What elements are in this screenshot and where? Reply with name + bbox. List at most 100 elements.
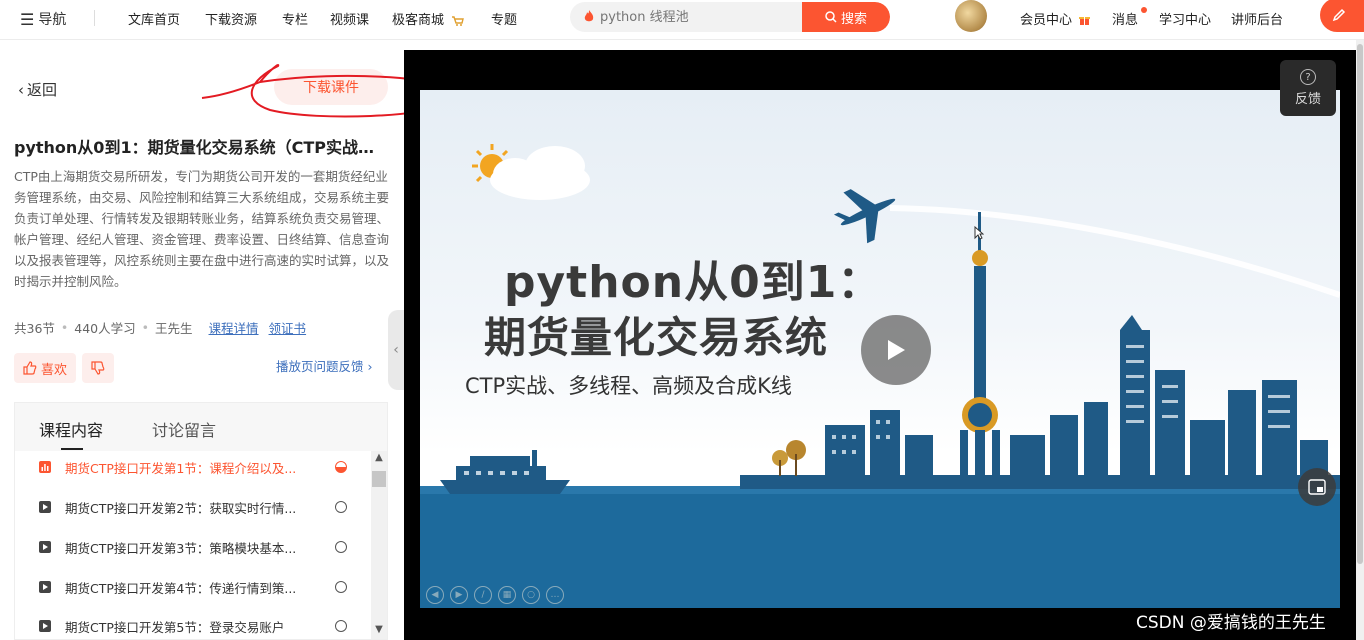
video-play-icon xyxy=(39,501,51,513)
course-meta: 共36节 • 440人学习 • 王先生 课程详情 领证书 xyxy=(14,318,306,337)
nav-menu-label: 导航 xyxy=(38,12,67,28)
chevron-right-icon: › xyxy=(367,359,373,374)
watermark: CSDN @爱搞钱的王先生 xyxy=(1136,613,1326,633)
lesson-item[interactable]: 期货CTP接口开发第3节：策略模块基本... xyxy=(39,537,359,557)
scroll-up-icon[interactable]: ▲ xyxy=(371,451,387,465)
lesson-title: 期货CTP接口开发第3节：策略模块基本... xyxy=(65,540,297,556)
course-title: python从0到1：期货量化交易系统（CTP实战、多线程、高频及合成K线） xyxy=(14,138,388,157)
nav-messages[interactable]: 消息 xyxy=(1112,9,1138,28)
slide-title-line2: 期货量化交易系统 xyxy=(484,313,829,362)
tab-course-content[interactable]: 课程内容 xyxy=(39,417,103,441)
next-slide-icon[interactable]: ▶ xyxy=(450,586,468,604)
fire-icon xyxy=(584,10,594,22)
collapse-panel-button[interactable]: ‹ xyxy=(388,310,404,390)
tree-icon xyxy=(772,440,806,476)
more-icon[interactable]: … xyxy=(546,586,564,604)
menu-icon: ☰ xyxy=(20,9,35,29)
video-play-icon xyxy=(39,620,51,632)
pip-icon xyxy=(1308,479,1326,495)
back-button[interactable]: ‹ 返回 xyxy=(18,79,57,100)
course-content-box: 课程内容 讨论留言 期货CTP接口开发第1节：课程介绍以及... 期货CTP接口… xyxy=(14,402,388,640)
nav-link-mall[interactable]: 极客商城 xyxy=(392,9,465,28)
lesson-item[interactable]: 期货CTP接口开发第1节：课程介绍以及... xyxy=(39,457,359,477)
content-tabs: 课程内容 讨论留言 xyxy=(15,403,387,451)
mouse-cursor-icon xyxy=(974,226,984,240)
playback-feedback-label: 播放页问题反馈 xyxy=(276,359,364,374)
video-play-icon xyxy=(39,541,51,553)
top-nav: ☰ 导航 文库首页 下载资源 专栏 视频课 极客商城 专题 搜索 会员中心 消息… xyxy=(0,0,1364,40)
video-play-icon xyxy=(39,581,51,593)
course-detail-link[interactable]: 课程详情 xyxy=(209,318,259,337)
active-tab-indicator xyxy=(61,448,83,450)
back-label: 返回 xyxy=(27,81,58,99)
search-button-label: 搜索 xyxy=(840,11,867,27)
nav-link-library[interactable]: 文库首页 xyxy=(128,9,180,28)
slide-controls: ◀ ▶ / ▦ ○ … xyxy=(426,586,564,604)
nav-link-column[interactable]: 专栏 xyxy=(282,9,308,28)
like-label: 喜欢 xyxy=(40,362,67,378)
feedback-label: 反馈 xyxy=(1294,92,1321,107)
nav-link-mall-label: 极客商城 xyxy=(392,13,445,28)
lesson-item[interactable]: 期货CTP接口开发第2节：获取实时行情... xyxy=(39,497,359,517)
create-button[interactable] xyxy=(1320,0,1364,32)
download-courseware-button[interactable]: 下载课件 xyxy=(274,69,388,105)
lesson-title: 期货CTP接口开发第5节：登录交易账户 xyxy=(65,619,285,635)
nav-member-center[interactable]: 会员中心 xyxy=(1020,9,1091,28)
dislike-button[interactable] xyxy=(82,353,114,383)
progress-empty-icon xyxy=(335,501,347,513)
nav-menu-button[interactable]: ☰ 导航 xyxy=(20,9,66,29)
meta-separator: • xyxy=(60,320,69,335)
cart-icon xyxy=(452,15,465,26)
certificate-link[interactable]: 领证书 xyxy=(269,318,307,337)
scroll-down-icon[interactable]: ▼ xyxy=(371,623,387,637)
tab-discussion[interactable]: 讨论留言 xyxy=(152,417,216,441)
page-scrollbar[interactable] xyxy=(1356,40,1364,640)
nav-link-topic[interactable]: 专题 xyxy=(491,9,517,28)
thumbs-down-icon xyxy=(91,361,105,375)
nav-learning-center[interactable]: 学习中心 xyxy=(1159,9,1211,28)
search-bar: 搜索 xyxy=(570,2,890,32)
play-icon xyxy=(888,340,905,360)
lesson-item[interactable]: 期货CTP接口开发第4节：传递行情到策... xyxy=(39,577,359,597)
video-slide: python从0到1： 期货量化交易系统 CTP实战、多线程、高频及合成K线 ◀… xyxy=(420,90,1340,608)
meta-separator: • xyxy=(141,320,150,335)
slides-grid-icon[interactable]: ▦ xyxy=(498,586,516,604)
nav-divider xyxy=(94,10,95,26)
airplane-icon xyxy=(833,189,896,244)
message-dot xyxy=(1141,7,1147,13)
pen-tool-icon[interactable]: / xyxy=(474,586,492,604)
thumbs-up-icon xyxy=(23,361,37,375)
teacher-name: 王先生 xyxy=(155,321,193,336)
video-player[interactable]: python从0到1： 期货量化交易系统 CTP实战、多线程、高频及合成K线 ◀… xyxy=(404,50,1356,640)
lesson-title: 期货CTP接口开发第4节：传递行情到策... xyxy=(65,580,297,596)
playback-feedback-link[interactable]: 播放页问题反馈 › xyxy=(276,356,373,375)
gift-icon xyxy=(1079,17,1091,25)
prev-slide-icon[interactable]: ◀ xyxy=(426,586,444,604)
lesson-item[interactable]: 期货CTP接口开发第5节：登录交易账户 xyxy=(39,617,359,635)
scroll-thumb[interactable] xyxy=(372,471,386,487)
feedback-button[interactable]: ? 反馈 xyxy=(1280,60,1336,116)
playing-bars-icon xyxy=(39,461,51,473)
chevron-left-icon: ‹ xyxy=(18,80,24,99)
page-scroll-thumb[interactable] xyxy=(1357,44,1363,564)
search-button[interactable]: 搜索 xyxy=(802,2,890,32)
lesson-title: 期货CTP接口开发第1节：课程介绍以及... xyxy=(65,460,297,476)
progress-empty-icon xyxy=(335,541,347,553)
picture-in-picture-button[interactable] xyxy=(1298,468,1336,506)
nav-link-video[interactable]: 视频课 xyxy=(330,9,369,28)
avatar[interactable] xyxy=(955,0,987,32)
play-button[interactable] xyxy=(861,315,931,385)
like-button[interactable]: 喜欢 xyxy=(14,353,76,383)
progress-empty-icon xyxy=(335,620,347,632)
zoom-icon[interactable]: ○ xyxy=(522,586,540,604)
nav-link-download[interactable]: 下载资源 xyxy=(205,9,257,28)
slide-title-line1: python从0到1： xyxy=(504,257,883,308)
pen-icon xyxy=(1332,8,1346,22)
lesson-count: 共36节 xyxy=(14,321,55,336)
learner-count: 440人学习 xyxy=(74,321,136,336)
nav-lecturer-backend[interactable]: 讲师后台 xyxy=(1231,9,1283,28)
lesson-list-scrollbar[interactable]: ▲ ▼ xyxy=(371,451,387,639)
progress-half-icon xyxy=(335,461,347,473)
help-icon: ? xyxy=(1300,69,1316,85)
slide-subtitle: CTP实战、多线程、高频及合成K线 xyxy=(465,374,792,398)
